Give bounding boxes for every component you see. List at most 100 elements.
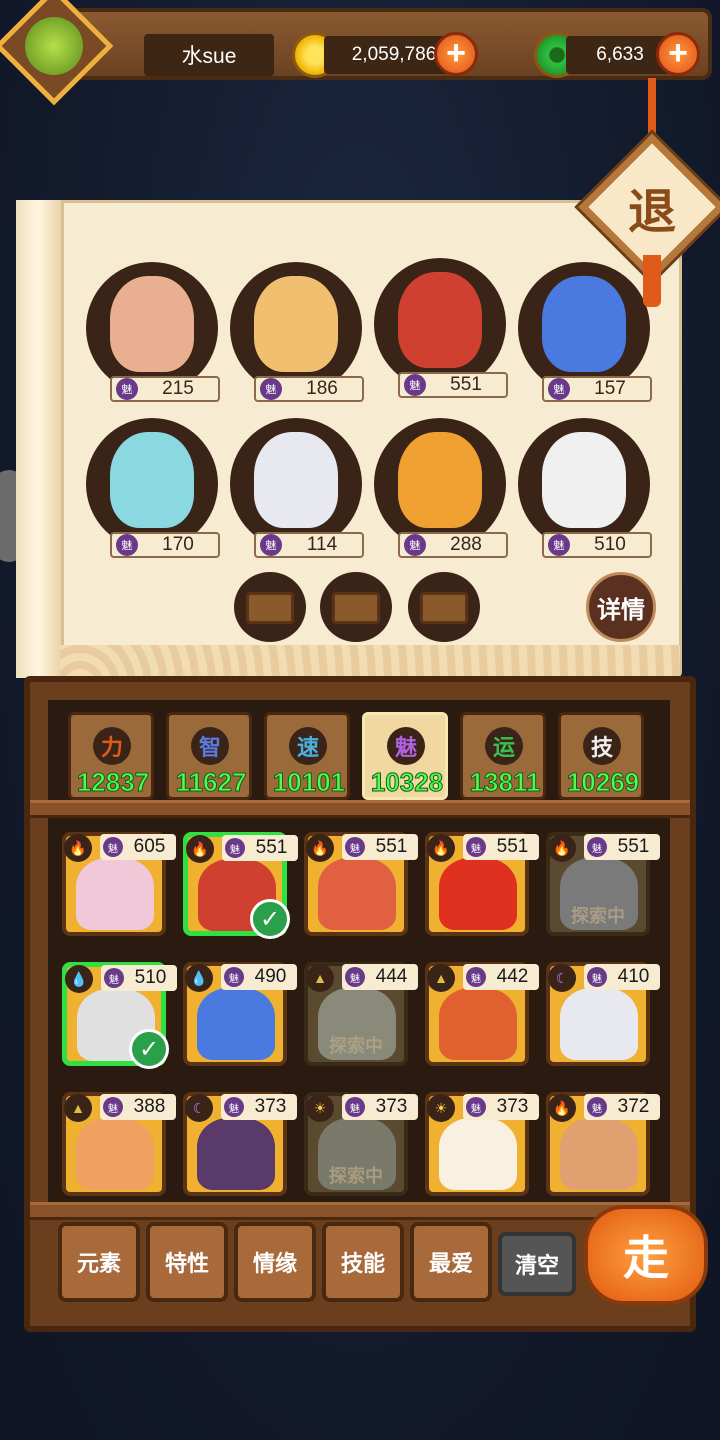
stat-icon: 运 (485, 727, 523, 765)
chest-1[interactable] (234, 572, 306, 642)
charm-badge: 魅 373 (221, 1094, 297, 1120)
charm-value: 170 (162, 534, 194, 555)
exploring-label: 探索中 (329, 1166, 383, 1186)
charm-icon: 魅 (225, 838, 245, 858)
exploring-label: 探索中 (571, 906, 625, 926)
clear-button[interactable]: 清空 (498, 1232, 576, 1296)
charm-badge: 魅 551 (463, 834, 539, 860)
stat-value: 10269 (566, 767, 640, 798)
roster-card[interactable]: 🔥 魅 605 (62, 832, 176, 936)
charm-icon: 魅 (548, 378, 570, 400)
shelf (30, 1202, 690, 1220)
exit-label[interactable]: 退 (600, 155, 704, 259)
team-member-portrait[interactable] (374, 258, 506, 390)
roster-card[interactable]: 💧 魅 490 (183, 962, 297, 1066)
roster-card[interactable]: 🔥 魅 551 (425, 832, 539, 936)
character-art (254, 432, 338, 528)
charm-value: 373 (375, 1096, 408, 1117)
charm-icon: 魅 (260, 534, 282, 556)
charm-value: 444 (375, 966, 408, 987)
charm-icon: 魅 (103, 1097, 123, 1117)
character-art (560, 1118, 638, 1190)
charm-value: 372 (617, 1096, 650, 1117)
team-member-portrait[interactable] (86, 262, 218, 394)
roster-card[interactable]: 🔥 魅 551 ✓ (183, 832, 298, 939)
filter-button[interactable]: 技能 (322, 1222, 404, 1302)
roster-card[interactable]: 🔥 魅 551 探索中 (546, 832, 660, 936)
roster-card[interactable]: ▲ 魅 442 (425, 962, 539, 1066)
filter-button[interactable]: 元素 (58, 1222, 140, 1302)
charm-icon: 魅 (345, 967, 365, 987)
team-member-portrait[interactable] (86, 418, 218, 550)
stat-tab[interactable]: 魅 10328 (362, 712, 448, 800)
shelf (30, 800, 690, 818)
filter-button[interactable]: 最爱 (410, 1222, 492, 1302)
roster-card[interactable]: ☀ 魅 373 探索中 (304, 1092, 418, 1196)
charm-badge: 魅 288 (398, 532, 508, 558)
stat-tab[interactable]: 力 12837 (68, 712, 154, 800)
roster-card[interactable]: ☀ 魅 373 (425, 1092, 539, 1196)
charm-badge: 魅 510 (101, 965, 177, 991)
filter-button[interactable]: 情缘 (234, 1222, 316, 1302)
element-sun-icon: ☀ (427, 1094, 455, 1122)
add-jade-button[interactable]: + (656, 32, 700, 76)
charm-icon: 魅 (104, 968, 124, 988)
detail-button[interactable]: 详情 (586, 572, 656, 642)
element-water-icon: 💧 (65, 965, 93, 993)
team-member-portrait[interactable] (230, 418, 362, 550)
stat-value: 13811 (469, 767, 541, 798)
charm-icon: 魅 (587, 967, 607, 987)
element-moon-icon: ☾ (185, 1094, 213, 1122)
chest-icon (332, 592, 380, 624)
roster-card[interactable]: ▲ 魅 444 探索中 (304, 962, 418, 1066)
character-art (197, 988, 275, 1060)
character-art (398, 272, 482, 368)
character-art (197, 1118, 275, 1190)
charm-badge: 魅 442 (463, 964, 539, 990)
roster-card[interactable]: ▲ 魅 388 (62, 1092, 176, 1196)
element-fire-icon: 🔥 (548, 1094, 576, 1122)
check-icon: ✓ (250, 899, 290, 939)
filter-button[interactable]: 特性 (146, 1222, 228, 1302)
stat-tab[interactable]: 运 13811 (460, 712, 546, 800)
stat-value: 12837 (76, 767, 150, 798)
username-label: 水sue (144, 34, 274, 76)
exploring-label: 探索中 (329, 1036, 383, 1056)
roster-card[interactable]: ☾ 魅 373 (183, 1092, 297, 1196)
stat-icon: 力 (93, 727, 131, 765)
add-gold-button[interactable]: + (434, 32, 478, 76)
charm-icon: 魅 (404, 534, 426, 556)
check-icon: ✓ (129, 1029, 169, 1069)
charm-icon: 魅 (224, 1097, 244, 1117)
charm-badge: 魅 410 (584, 964, 660, 990)
charm-value: 490 (254, 966, 287, 987)
element-fire-icon: 🔥 (548, 834, 576, 862)
charm-value: 373 (496, 1096, 529, 1117)
chest-3[interactable] (408, 572, 480, 642)
dragon-icon (12, 4, 96, 88)
charm-icon: 魅 (404, 374, 426, 396)
team-member-portrait[interactable] (518, 262, 650, 394)
charm-badge: 魅 551 (222, 835, 298, 861)
roster-card[interactable]: 🔥 魅 551 (304, 832, 418, 936)
roster-card[interactable]: ☾ 魅 410 (546, 962, 660, 1066)
team-member-portrait[interactable] (518, 418, 650, 550)
team-member-portrait[interactable] (374, 418, 506, 550)
chest-icon (246, 592, 294, 624)
charm-badge: 魅 510 (542, 532, 652, 558)
stat-tab[interactable]: 技 10269 (558, 712, 644, 800)
charm-badge: 魅 372 (584, 1094, 660, 1120)
stat-tab[interactable]: 智 11627 (166, 712, 252, 800)
character-art (76, 858, 154, 930)
roster-card[interactable]: 🔥 魅 372 (546, 1092, 660, 1196)
charm-value: 388 (133, 1096, 166, 1117)
chest-2[interactable] (320, 572, 392, 642)
team-member-portrait[interactable] (230, 262, 362, 394)
charm-value: 410 (617, 966, 650, 987)
stat-tab[interactable]: 速 10101 (264, 712, 350, 800)
charm-badge: 魅 551 (584, 834, 660, 860)
roster-card[interactable]: 💧 魅 510 ✓ (62, 962, 177, 1069)
go-button[interactable]: 走 (584, 1205, 708, 1305)
charm-badge: 魅 170 (110, 532, 220, 558)
charm-value: 605 (133, 836, 166, 857)
